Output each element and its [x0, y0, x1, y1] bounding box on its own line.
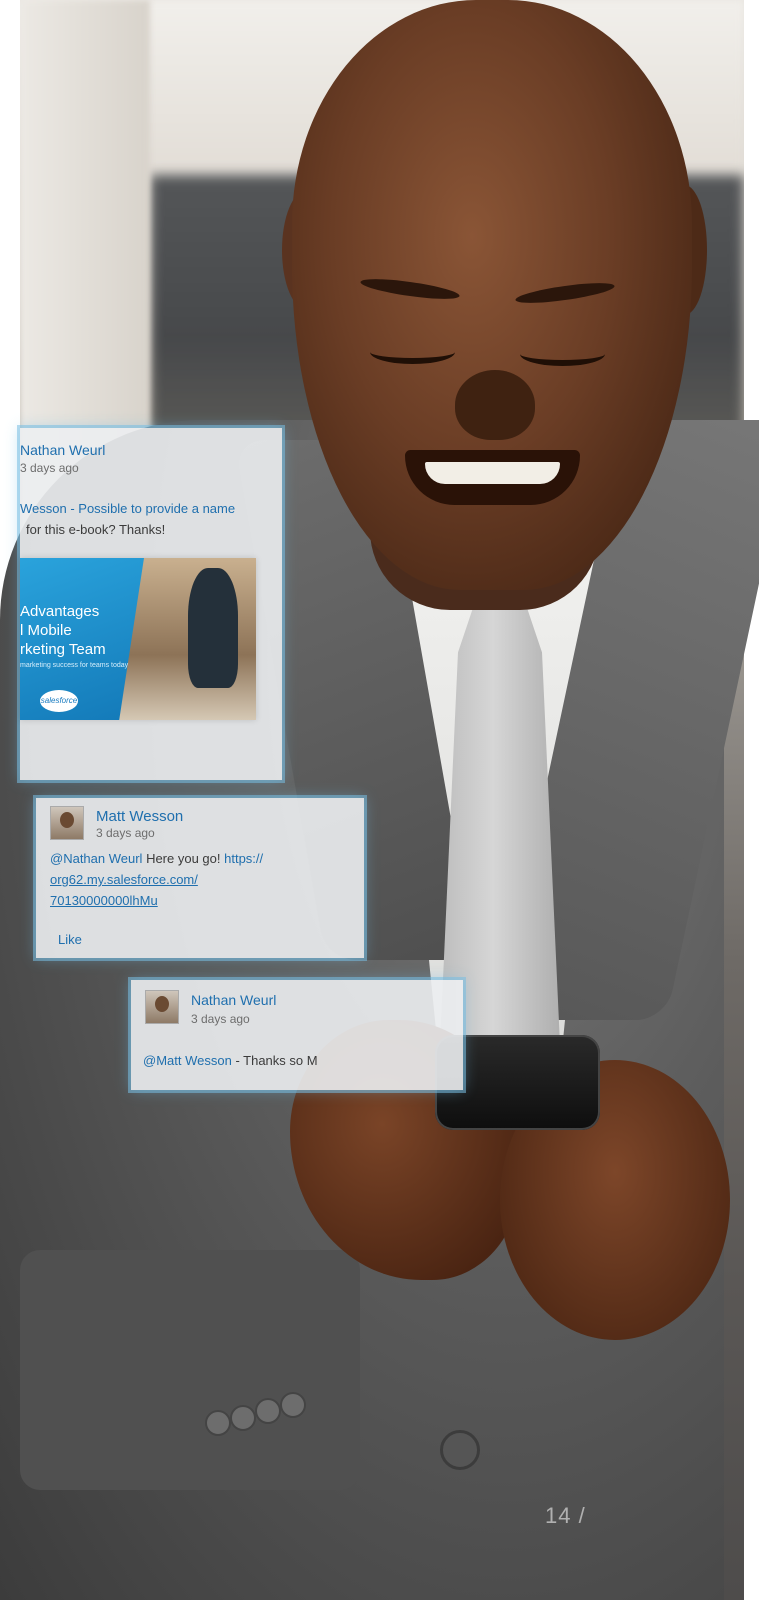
post-text: @Nathan Weurl Here you go! https:// org6… — [50, 848, 263, 911]
post-time: 3 days ago — [96, 826, 155, 840]
sleeve-button — [280, 1392, 306, 1418]
post-text: @Matt Wesson - Thanks so M — [143, 1050, 318, 1071]
nose — [455, 370, 535, 440]
salesforce-logo: salesforce — [40, 690, 78, 712]
sleeve-button — [255, 1398, 281, 1424]
post-text: Wesson - Possible to provide a name for … — [20, 498, 235, 540]
page-number: 14 / — [545, 1503, 586, 1528]
post-link[interactable]: org62.my.salesforce.com/ — [50, 872, 198, 887]
avatar[interactable] — [50, 806, 84, 840]
chatter-post-card: Nathan Weurl 3 days ago @Matt Wesson - T… — [131, 980, 463, 1090]
like-button[interactable]: Like — [58, 932, 82, 947]
post-mention: Wesson - Possible to provide a name — [20, 501, 236, 516]
ebook-person — [188, 568, 238, 688]
jacket-sleeve — [20, 1250, 360, 1490]
post-time: 3 days ago — [20, 461, 79, 475]
ebook-title: Advantages l Mobile rketing Team — [20, 603, 106, 658]
sleeve-button — [230, 1405, 256, 1431]
sleeve-button — [205, 1410, 231, 1436]
post-link[interactable]: 70130000000lhMu — [50, 893, 158, 908]
post-text-line: for this e-book? Thanks! — [26, 522, 166, 537]
eye-right — [520, 342, 605, 366]
post-author[interactable]: Nathan Weurl — [20, 442, 105, 458]
teeth — [425, 462, 560, 484]
post-mention[interactable]: @Matt Wesson — [143, 1053, 232, 1068]
post-text-segment: Here you go! — [142, 851, 225, 866]
post-time: 3 days ago — [191, 1012, 250, 1026]
ebook-subtitle: marketing success for teams today — [20, 662, 129, 669]
post-author[interactable]: Nathan Weurl — [191, 992, 276, 1008]
ebook-thumbnail[interactable]: Advantages l Mobile rketing Team marketi… — [20, 558, 256, 720]
avatar[interactable] — [145, 990, 179, 1024]
post-text-segment: - Thanks so M — [231, 1053, 318, 1068]
post-author[interactable]: Matt Wesson — [96, 808, 183, 825]
chatter-post-card: Matt Wesson 3 days ago @Nathan Weurl Her… — [36, 798, 364, 958]
post-link[interactable]: https:// — [224, 851, 263, 866]
jacket-button — [440, 1430, 480, 1470]
post-mention[interactable]: @Nathan Weurl — [50, 851, 142, 866]
eye-left — [370, 340, 455, 364]
